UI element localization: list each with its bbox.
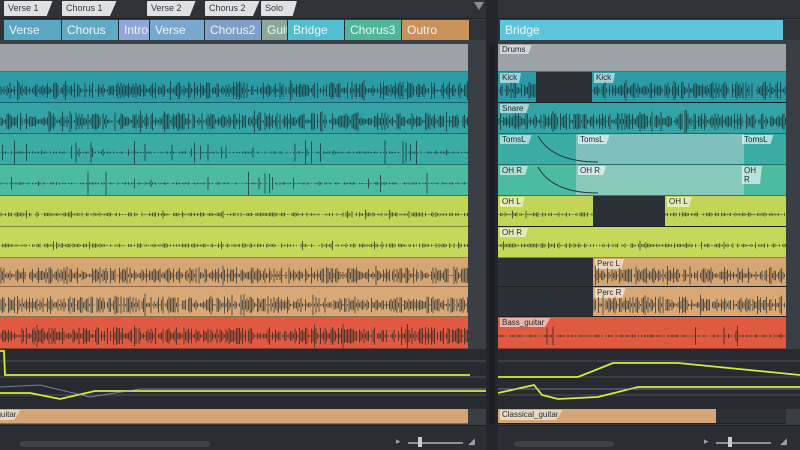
marker-verse-2[interactable]: Verse 2 [147,1,196,16]
waveform [593,265,785,286]
waveform [0,80,468,101]
vertical-scrollbar[interactable] [489,44,495,424]
arranger-track[interactable]: Verse Chorus Intro Verse Chorus2 Guit Br… [0,20,486,40]
automation-lane-left[interactable] [0,349,486,409]
clip-kick-b[interactable]: Kick [592,72,786,102]
track-toms-l[interactable] [0,134,468,165]
waveform [593,294,785,316]
waveform [0,171,468,195]
track-classical-guitar-left[interactable]: Classical_guitar [0,409,468,424]
waveform [0,209,468,220]
section-intro[interactable]: Intro [119,20,150,40]
pane-divider[interactable] [486,0,498,450]
section-guitar[interactable]: Guit [262,20,288,40]
marker-chorus-1[interactable]: Chorus 1 [62,1,117,16]
automation-curve-right[interactable] [498,349,800,409]
track-bass-right[interactable]: Bass_guitar [498,317,786,349]
section-verse[interactable]: Verse [4,20,62,40]
waveform [0,265,468,286]
track-perc-l[interactable] [0,258,468,287]
zoom-knob-left[interactable] [418,437,422,447]
clip-percl[interactable]: Perc L [593,258,786,286]
arrange-view-right[interactable]: Bridge Drums Kick Kick Snare TomsL TomsL… [498,0,800,450]
clip-label-classical-left: Classical_guitar [0,410,21,420]
section-chorus3[interactable]: Chorus3 [345,20,402,40]
resize-corner-icon[interactable]: ◢ [468,436,475,447]
waveform [498,210,593,219]
waveform [498,82,536,99]
marker-ruler-right[interactable] [498,0,800,19]
track-oh-r-right[interactable]: OH R [498,227,786,258]
clip-label-classical: Classical_guitar [500,410,563,420]
zoom-slider-right[interactable] [716,442,771,444]
marker-ruler[interactable]: Verse 1 Chorus 1 Verse 2 Chorus 2 Solo [0,0,486,19]
horizontal-scrollbar-left[interactable] [20,441,210,447]
track-perc-r[interactable] [0,287,468,317]
section-bridge[interactable]: Bridge [288,20,345,40]
clip-percr[interactable]: Perc R [593,287,786,316]
track-snare-right[interactable]: Snare [498,103,786,134]
clip-kick-a[interactable]: Kick [498,72,536,102]
track-oh-l[interactable] [0,196,468,227]
waveform [0,293,468,316]
ruler-end-icon[interactable] [474,2,484,10]
track-toms-l-right[interactable]: TomsL TomsL TomsL [498,134,786,165]
bottom-bar-left: ▸ ◢ [0,425,486,450]
waveform [498,325,785,347]
track-kick-right[interactable]: Kick Kick [498,72,786,103]
track-snare[interactable] [0,103,468,134]
horizontal-scrollbar-right[interactable] [514,441,614,447]
scroll-left-icon[interactable]: ▸ [396,436,401,447]
waveform [498,240,786,251]
marker-solo[interactable]: Solo [261,1,298,16]
track-drums-folder-right[interactable]: Drums [498,44,786,72]
waveform [498,110,786,133]
section-outro[interactable]: Outro [402,20,470,40]
track-kick[interactable] [0,72,468,103]
resize-corner-right-icon[interactable]: ◢ [780,436,787,447]
waveform [0,110,468,133]
bottom-bar-right: ▸ ◢ [498,425,800,450]
zoom-slider-left[interactable] [408,442,463,444]
clip-ohl-a[interactable]: OH L [498,196,593,226]
track-classical-guitar-right[interactable]: Classical_guitar [498,409,786,424]
waveform [0,240,468,251]
track-perc-r-right[interactable]: Perc R [498,287,786,317]
section-chorus2[interactable]: Chorus2 [205,20,262,40]
waveform [665,212,785,217]
section-verse-2[interactable]: Verse [150,20,205,40]
automation-lane-right[interactable] [498,349,800,409]
section-bridge-right[interactable]: Bridge [500,20,784,40]
track-oh-r[interactable] [0,227,468,258]
track-perc-l-right[interactable]: Perc L [498,258,786,287]
waveform [592,79,786,102]
zoom-knob-right[interactable] [728,437,732,447]
clip-classical[interactable]: Classical_guitar [498,409,716,423]
arrange-view-left[interactable]: Verse 1 Chorus 1 Verse 2 Chorus 2 Solo V… [0,0,486,450]
clip-ohl-b[interactable]: OH L [665,196,786,226]
fade-curve-tomsr [537,166,599,194]
marker-verse-1[interactable]: Verse 1 [4,1,53,16]
section-chorus[interactable]: Chorus [62,20,119,40]
track-toms-r-right[interactable]: OH R OH R OH R [498,165,786,196]
arranger-track-right[interactable]: Bridge [498,20,800,40]
track-oh-l-right[interactable]: OH L OH L [498,196,786,227]
waveform [0,140,468,164]
waveform [0,324,468,348]
track-bass[interactable]: Bass_guitar [0,317,468,349]
clip-label-drums: Drums [500,45,532,54]
fade-curve-toms [537,135,599,163]
automation-curve-left[interactable] [0,349,486,409]
scroll-right-icon[interactable]: ▸ [704,436,709,447]
track-toms-r[interactable] [0,165,468,196]
marker-chorus-2[interactable]: Chorus 2 [205,1,260,16]
track-drums-folder[interactable] [0,44,468,72]
